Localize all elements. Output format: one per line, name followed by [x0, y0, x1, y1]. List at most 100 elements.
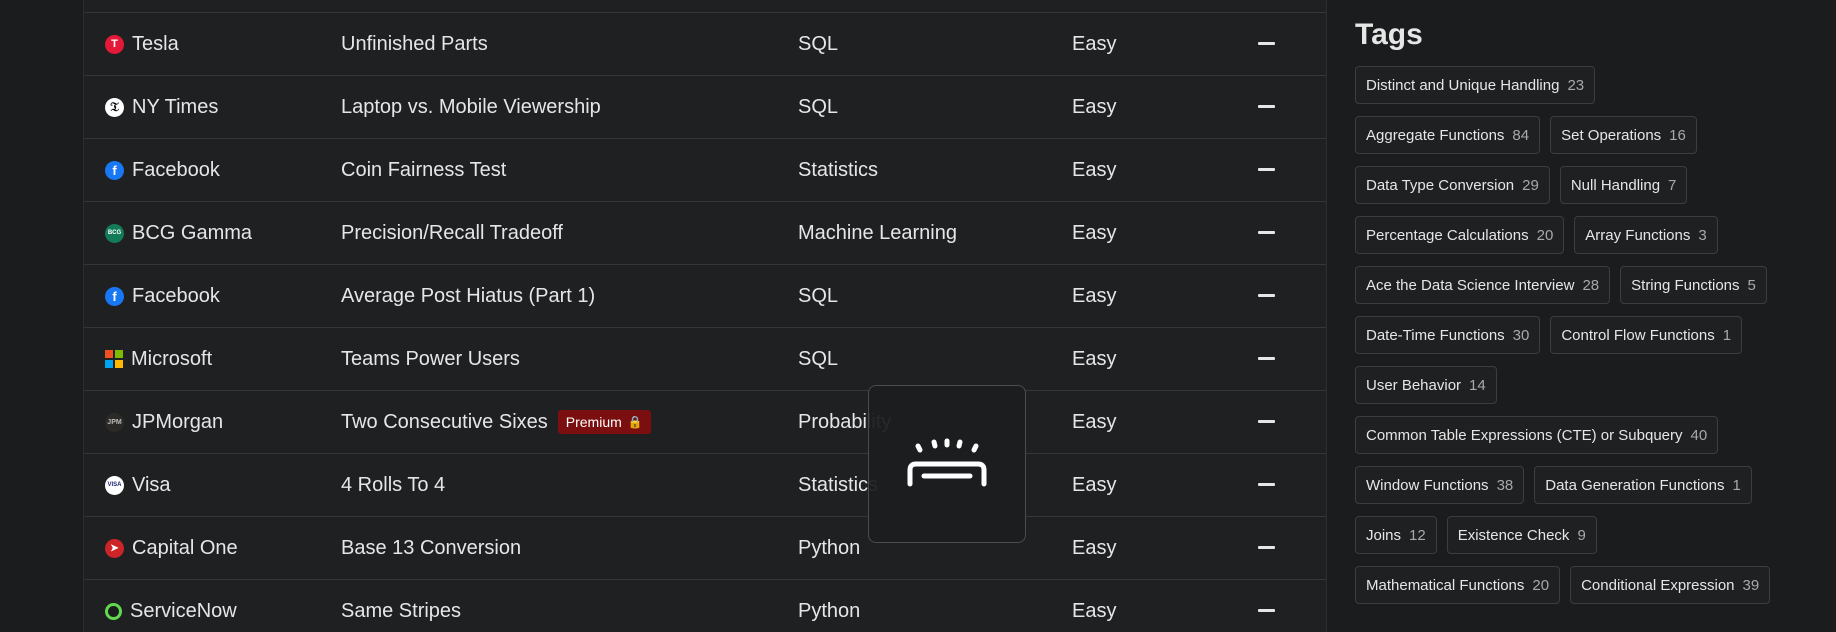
keyboard-backlight-osd: [868, 385, 1026, 543]
tag-chip[interactable]: Distinct and Unique Handling 23: [1355, 66, 1596, 104]
question-title-cell[interactable]: Same Stripes: [341, 600, 461, 623]
table-row[interactable]: ServiceNow Same Stripes Python Easy: [84, 580, 1326, 632]
table-row[interactable]: JPM JPMorgan Two Consecutive Sixes Premium 🔒…: [84, 391, 1326, 454]
category-label: SQL: [798, 284, 839, 307]
tag-count: 3: [1698, 226, 1707, 244]
not-attempted-icon: [1258, 42, 1275, 45]
tag-label: Ace the Data Science Interview: [1366, 276, 1575, 294]
tag-chip[interactable]: Mathematical Functions 20: [1355, 566, 1561, 604]
table-row[interactable]: ➤ Capital One Base 13 Conversion Python Easy: [84, 517, 1326, 580]
tag-chip[interactable]: Control Flow Functions 1: [1550, 316, 1743, 354]
tag-label: Common Table Expressions (CTE) or Subque…: [1366, 426, 1683, 444]
table-row[interactable]: T Tesla Unfinished Parts SQL Easy: [84, 13, 1326, 76]
tag-count: 29: [1522, 176, 1539, 194]
question-title-cell[interactable]: Unfinished Parts: [341, 33, 488, 56]
category-label: SQL: [798, 32, 839, 55]
tag-chip[interactable]: Data Type Conversion 29: [1355, 166, 1550, 204]
question-title[interactable]: Two Consecutive Sixes: [341, 411, 548, 434]
tag-chip[interactable]: Aggregate Functions 84: [1355, 116, 1541, 154]
company-cell: f Facebook: [105, 159, 220, 182]
company-name: Capital One: [132, 536, 238, 559]
tag-chip[interactable]: String Functions 5: [1620, 266, 1767, 304]
difficulty-cell: Easy: [1072, 96, 1116, 119]
category-label: SQL: [798, 95, 839, 118]
tag-label: String Functions: [1631, 276, 1740, 294]
difficulty-label: Easy: [1072, 284, 1117, 307]
question-title-cell[interactable]: Coin Fairness Test: [341, 159, 506, 182]
question-title-cell[interactable]: Precision/Recall Tradeoff: [341, 222, 563, 245]
tag-chip[interactable]: Joins 12: [1355, 516, 1437, 554]
tag-chip[interactable]: Percentage Calculations 20: [1355, 216, 1565, 254]
tag-count: 84: [1512, 126, 1530, 144]
category-cell: Python: [798, 600, 860, 623]
table-row[interactable]: f Facebook Average Post Hiatus (Part 1) SQL…: [84, 265, 1326, 328]
tag-count: 20: [1532, 576, 1550, 594]
tag-chip[interactable]: Existence Check 9: [1446, 516, 1597, 554]
tag-label: Array Functions: [1585, 226, 1691, 244]
company-name: Facebook: [132, 284, 220, 307]
tag-chip[interactable]: Common Table Expressions (CTE) or Subque…: [1355, 416, 1719, 454]
not-attempted-icon: [1258, 294, 1275, 297]
category-cell: Statistics: [798, 159, 878, 182]
question-title-cell[interactable]: Two Consecutive Sixes Premium 🔒: [341, 410, 651, 434]
question-title[interactable]: Average Post Hiatus (Part 1): [341, 285, 595, 308]
tag-row: Mathematical Functions 20 Conditional Expr…: [1355, 566, 1825, 604]
tag-chip[interactable]: User Behavior 14: [1355, 366, 1497, 404]
category-label: SQL: [798, 347, 839, 370]
question-title[interactable]: Unfinished Parts: [341, 33, 488, 56]
table-row[interactable]: 𝔗 NY Times Laptop vs. Mobile Viewership SQL…: [84, 76, 1326, 139]
question-title-cell[interactable]: Laptop vs. Mobile Viewership: [341, 96, 601, 119]
company-name: BCG Gamma: [132, 221, 253, 244]
question-title[interactable]: Coin Fairness Test: [341, 159, 506, 182]
tag-count: 1: [1722, 326, 1732, 344]
tag-label: Joins: [1366, 526, 1402, 544]
company-cell: JPM JPMorgan: [105, 411, 223, 434]
category-label: Machine Learning: [798, 221, 957, 244]
tag-count: 9: [1577, 526, 1586, 544]
tag-label: Existence Check: [1457, 526, 1570, 544]
question-title-cell[interactable]: Average Post Hiatus (Part 1): [341, 285, 595, 308]
tag-count: 7: [1668, 176, 1677, 194]
question-title[interactable]: Laptop vs. Mobile Viewership: [341, 96, 601, 119]
question-title[interactable]: Same Stripes: [341, 600, 461, 623]
category-label: Python: [798, 536, 861, 559]
question-title-cell[interactable]: Base 13 Conversion: [341, 537, 521, 560]
company-cell: ServiceNow: [105, 600, 237, 623]
question-title[interactable]: 4 Rolls To 4: [341, 474, 445, 497]
tags-panel: Tags Distinct and Unique Handling 23 Aggre…: [1355, 18, 1825, 616]
table-row[interactable]: BCG BCG Gamma Precision/Recall Tradeoff Mac…: [84, 202, 1326, 265]
status-cell: [1258, 42, 1275, 45]
status-cell: [1258, 357, 1275, 360]
question-title-cell[interactable]: 4 Rolls To 4: [341, 474, 445, 497]
tag-row: Date-Time Functions 30 Control Flow Functi…: [1355, 316, 1825, 354]
tag-count: 1: [1732, 476, 1741, 494]
company-name: NY Times: [132, 95, 219, 118]
status-cell: [1258, 420, 1275, 423]
question-title-cell[interactable]: Teams Power Users: [341, 348, 520, 371]
tag-count: 5: [1747, 276, 1756, 294]
question-title[interactable]: Base 13 Conversion: [341, 537, 521, 560]
tag-chip[interactable]: Conditional Expression 39: [1570, 566, 1771, 604]
table-row[interactable]: f Facebook Coin Fairness Test Statistics Eas…: [84, 139, 1326, 202]
category-cell: Machine Learning: [798, 222, 957, 245]
tag-chip[interactable]: Array Functions 3: [1574, 216, 1718, 254]
company-cell: ➤ Capital One: [105, 537, 238, 560]
table-row[interactable]: VISA Visa 4 Rolls To 4 Statistics Easy: [84, 454, 1326, 517]
question-title[interactable]: Teams Power Users: [341, 348, 520, 371]
tag-chip[interactable]: Ace the Data Science Interview 28: [1355, 266, 1611, 304]
tag-chip[interactable]: Set Operations 16: [1550, 116, 1697, 154]
tag-chip[interactable]: Window Functions 38: [1355, 466, 1525, 504]
company-cell: Microsoft: [105, 348, 212, 371]
difficulty-label: Easy: [1072, 221, 1117, 244]
tag-chip[interactable]: Null Handling 7: [1559, 166, 1688, 204]
status-cell: [1258, 168, 1275, 171]
question-title[interactable]: Precision/Recall Tradeoff: [341, 222, 563, 245]
tag-count: 20: [1536, 226, 1554, 244]
questions-table: T Tesla Unfinished Parts SQL Easy 𝔗 NY Times La…: [83, 0, 1327, 632]
company-cell: 𝔗 NY Times: [105, 96, 218, 119]
table-row[interactable]: Microsoft Teams Power Users SQL Easy: [84, 328, 1326, 391]
tag-label: Mathematical Functions: [1366, 576, 1525, 594]
tag-chip[interactable]: Data Generation Functions 1: [1534, 466, 1752, 504]
tag-chip[interactable]: Date-Time Functions 30: [1355, 316, 1541, 354]
tag-count: 38: [1496, 476, 1514, 494]
